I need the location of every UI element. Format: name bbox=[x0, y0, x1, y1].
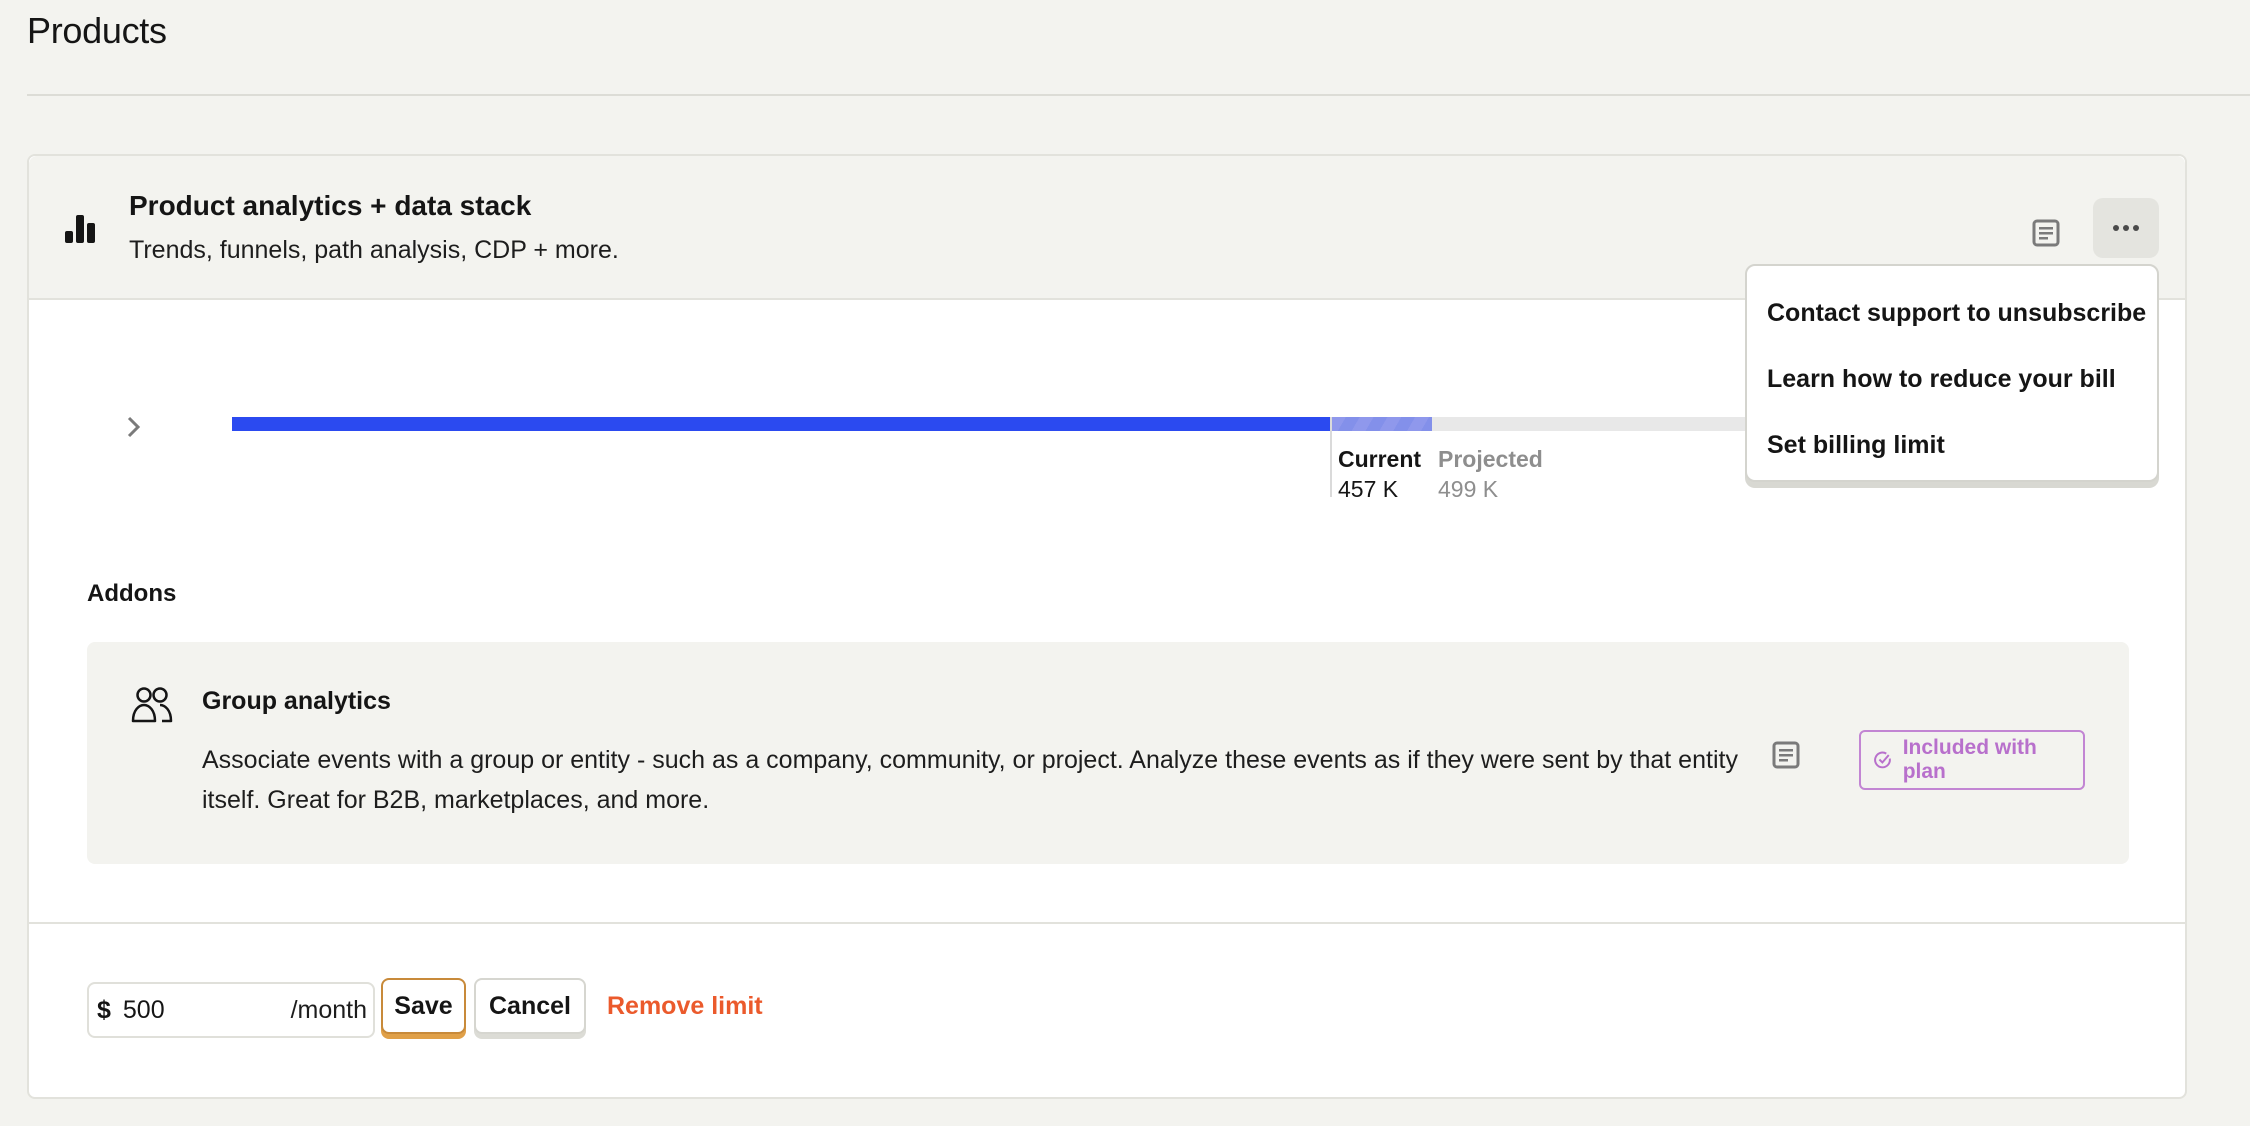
billing-limit-input[interactable] bbox=[122, 995, 273, 1025]
addon-card-group-analytics: Group analytics Associate events with a … bbox=[87, 642, 2129, 864]
usage-bar-projected bbox=[1332, 417, 1432, 431]
check-circle-icon bbox=[1874, 751, 1891, 769]
addon-title: Group analytics bbox=[202, 687, 391, 715]
menu-item-contact-support[interactable]: Contact support to unsubscribe bbox=[1747, 280, 2157, 346]
projected-usage-label: Projected bbox=[1438, 446, 1543, 472]
menu-item-set-billing-limit[interactable]: Set billing limit bbox=[1747, 412, 2157, 478]
current-usage-value: 457 K bbox=[1338, 476, 1399, 502]
addon-docs-button[interactable] bbox=[1769, 738, 1803, 772]
section-divider bbox=[29, 922, 2185, 924]
product-title: Product analytics + data stack bbox=[129, 190, 532, 221]
cancel-button[interactable]: Cancel bbox=[474, 978, 586, 1034]
current-usage-legend: Current 457 K bbox=[1338, 444, 1421, 504]
document-icon bbox=[1772, 741, 1800, 769]
current-usage-label: Current bbox=[1338, 446, 1422, 472]
usage-bar-current bbox=[232, 417, 1330, 431]
document-icon bbox=[2032, 219, 2060, 247]
more-horizontal-icon bbox=[2113, 225, 2139, 231]
remove-limit-link[interactable]: Remove limit bbox=[607, 992, 763, 1021]
more-options-button[interactable] bbox=[2093, 198, 2159, 258]
addon-description: Associate events with a group or entity … bbox=[202, 746, 1738, 814]
header-divider bbox=[27, 94, 2250, 96]
product-subtitle: Trends, funnels, path analysis, CDP + mo… bbox=[129, 236, 619, 264]
badge-label: Included with plan bbox=[1902, 736, 2037, 783]
bar-chart-icon bbox=[65, 215, 95, 243]
billing-limit-field[interactable]: $ /month bbox=[87, 982, 375, 1038]
product-options-menu: Contact support to unsubscribe Learn how… bbox=[1745, 264, 2159, 482]
people-icon bbox=[131, 687, 173, 723]
included-with-plan-badge: Included with plan bbox=[1859, 730, 2085, 790]
projected-usage-legend: Projected 499 K bbox=[1438, 444, 1543, 504]
save-button[interactable]: Save bbox=[381, 978, 466, 1034]
per-month-suffix: /month bbox=[290, 995, 367, 1024]
current-marker bbox=[1330, 417, 1332, 497]
page-title: Products bbox=[27, 10, 167, 51]
currency-symbol: $ bbox=[97, 995, 111, 1024]
product-card: Product analytics + data stack Trends, f… bbox=[27, 154, 2187, 1099]
addons-heading: Addons bbox=[87, 580, 177, 607]
projected-usage-value: 499 K bbox=[1438, 476, 1499, 502]
product-docs-button[interactable] bbox=[2026, 213, 2066, 253]
menu-item-reduce-bill[interactable]: Learn how to reduce your bill bbox=[1747, 346, 2157, 412]
chevron-right-icon[interactable] bbox=[121, 412, 145, 442]
